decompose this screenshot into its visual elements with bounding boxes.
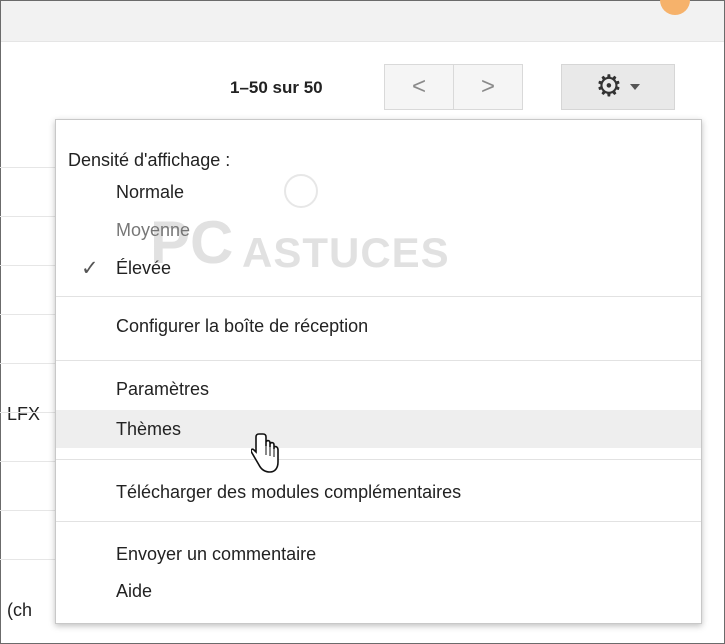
- row-divider: [0, 265, 56, 266]
- row-divider: [0, 559, 56, 560]
- menu-item-send-feedback[interactable]: Envoyer un commentaire: [56, 535, 701, 573]
- row-divider: [0, 167, 56, 168]
- row-divider: [0, 461, 56, 462]
- menu-item-label: Normale: [116, 182, 185, 202]
- message-row-fragment: LFX: [7, 404, 41, 424]
- menu-item-label: Moyenne: [116, 220, 191, 240]
- previous-page-button[interactable]: <: [384, 64, 454, 110]
- menu-item-themes[interactable]: Thèmes: [56, 410, 701, 448]
- menu-item-label: Paramètres: [116, 379, 210, 399]
- density-option-medium[interactable]: Moyenne: [56, 211, 701, 249]
- chevron-down-icon: [630, 84, 641, 90]
- menu-divider: [56, 459, 701, 460]
- menu-item-settings[interactable]: Paramètres: [56, 370, 701, 408]
- row-divider: [0, 216, 56, 217]
- menu-item-label: Télécharger des modules complémentaires: [116, 482, 462, 502]
- menu-item-label: Thèmes: [116, 419, 182, 439]
- row-divider: [0, 412, 56, 413]
- settings-button[interactable]: ⚙: [561, 64, 675, 110]
- top-bar: [1, 0, 724, 42]
- menu-item-download-modules[interactable]: Télécharger des modules complémentaires: [56, 473, 701, 511]
- row-divider: [0, 363, 56, 364]
- density-header: Densité d'affichage :: [68, 150, 231, 170]
- menu-divider: [56, 296, 701, 297]
- menu-item-configure-inbox[interactable]: Configurer la boîte de réception: [56, 307, 701, 345]
- density-option-high[interactable]: ✓ Élevée: [56, 249, 701, 287]
- row-divider: [0, 314, 56, 315]
- checkmark-icon: ✓: [81, 257, 99, 280]
- menu-item-help[interactable]: Aide: [56, 572, 701, 610]
- pagination-text: 1–50 sur 50: [230, 78, 323, 97]
- menu-item-label: Élevée: [116, 258, 172, 278]
- avatar-icon[interactable]: [660, 0, 690, 15]
- menu-divider: [56, 360, 701, 361]
- menu-item-label: Aide: [116, 581, 153, 601]
- menu-item-label: Envoyer un commentaire: [116, 544, 317, 564]
- message-row-fragment: (ch: [7, 600, 33, 620]
- hand-pointer-icon: [251, 433, 279, 473]
- gear-icon: ⚙: [595, 70, 623, 103]
- chevron-left-icon: <: [411, 73, 426, 100]
- next-page-button[interactable]: >: [454, 64, 523, 110]
- settings-dropdown-menu: Densité d'affichage : Normale Moyenne ✓ …: [55, 119, 702, 624]
- menu-divider: [56, 521, 701, 522]
- density-option-normal[interactable]: Normale: [56, 173, 701, 211]
- row-divider: [0, 510, 56, 511]
- pagination-controls: < >: [384, 64, 524, 110]
- menu-item-label: Configurer la boîte de réception: [116, 316, 369, 336]
- chevron-right-icon: >: [480, 73, 495, 100]
